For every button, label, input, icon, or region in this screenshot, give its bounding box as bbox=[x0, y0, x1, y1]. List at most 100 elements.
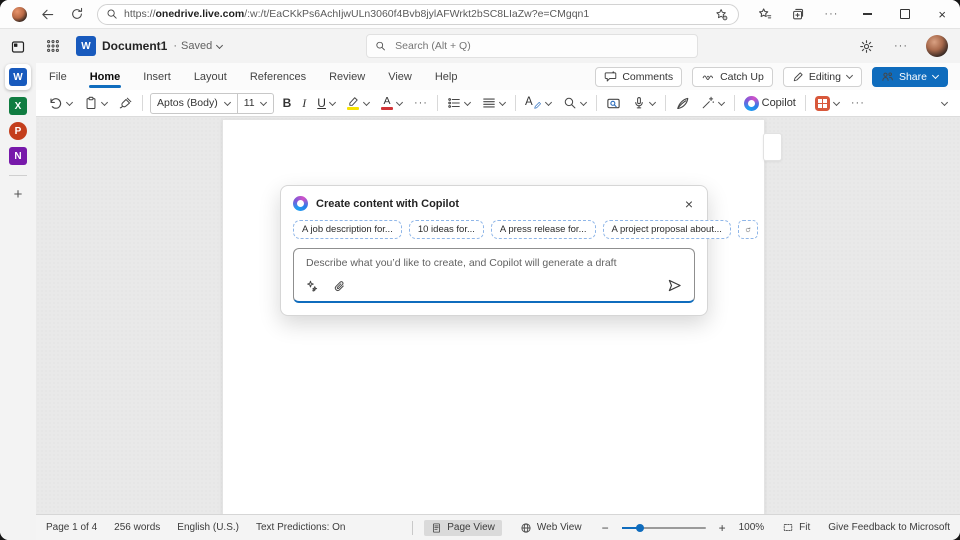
divider bbox=[596, 95, 597, 111]
save-status[interactable]: ·Saved bbox=[173, 40, 223, 52]
tab-view[interactable]: View bbox=[387, 65, 413, 89]
chip-ideas[interactable]: 10 ideas for... bbox=[409, 220, 484, 239]
favorites-button[interactable] bbox=[756, 5, 774, 23]
titlebar-more-button[interactable]: ··· bbox=[892, 39, 910, 54]
underline-button[interactable]: U bbox=[315, 95, 338, 111]
add-app-button[interactable]: + bbox=[8, 186, 29, 203]
excel-app-button[interactable]: X bbox=[9, 97, 27, 115]
chevron-down-icon bbox=[833, 100, 840, 107]
chip-project-proposal[interactable]: A project proposal about... bbox=[603, 220, 731, 239]
web-view-globe-icon bbox=[520, 522, 532, 534]
add-ins-button[interactable] bbox=[813, 94, 842, 113]
browser-more-button[interactable]: ··· bbox=[822, 7, 840, 22]
highlighter-icon bbox=[347, 96, 360, 106]
zoom-level[interactable]: 100% bbox=[739, 522, 765, 533]
font-name-select[interactable]: Aptos (Body) bbox=[151, 94, 238, 113]
waffle-icon bbox=[46, 39, 60, 53]
font-color-button[interactable]: A bbox=[379, 94, 405, 113]
chevron-down-icon bbox=[260, 100, 267, 107]
share-button[interactable]: Share bbox=[872, 67, 948, 87]
copilot-prompt-input[interactable] bbox=[304, 255, 684, 283]
search-input[interactable] bbox=[393, 39, 689, 53]
fit-button[interactable]: Fit bbox=[775, 520, 817, 535]
settings-button[interactable] bbox=[857, 37, 876, 56]
pencil-icon bbox=[792, 71, 804, 83]
rewrite-button[interactable] bbox=[304, 278, 321, 295]
zoom-slider[interactable] bbox=[622, 522, 706, 534]
divider bbox=[734, 95, 735, 111]
ribbon-collapse-button[interactable] bbox=[939, 98, 950, 109]
tab-references[interactable]: References bbox=[249, 65, 307, 89]
highlight-color-button[interactable] bbox=[345, 94, 372, 112]
comments-button[interactable]: Comments bbox=[595, 67, 682, 87]
line-spacing-button[interactable] bbox=[480, 94, 508, 112]
back-button[interactable] bbox=[38, 5, 57, 24]
close-window-button[interactable]: × bbox=[936, 6, 948, 23]
autoformat-wand-button[interactable] bbox=[699, 94, 727, 112]
chevron-down-icon bbox=[580, 100, 587, 107]
editor-button[interactable] bbox=[673, 94, 692, 113]
share-people-icon bbox=[881, 70, 894, 83]
language-selector[interactable]: English (U.S.) bbox=[177, 522, 239, 533]
page-view-button[interactable]: Page View bbox=[424, 520, 502, 536]
document-page[interactable] bbox=[222, 119, 765, 514]
maximize-button[interactable] bbox=[898, 7, 912, 21]
slider-thumb[interactable] bbox=[636, 524, 644, 532]
document-title[interactable]: Document1 bbox=[102, 39, 167, 53]
tab-review[interactable]: Review bbox=[328, 65, 366, 89]
word-app-button[interactable]: W bbox=[5, 64, 31, 90]
dialog-close-button[interactable]: × bbox=[683, 197, 695, 211]
zoom-in-button[interactable]: + bbox=[717, 522, 728, 534]
format-painter-brush-icon bbox=[119, 96, 133, 110]
chip-job-description[interactable]: A job description for... bbox=[293, 220, 402, 239]
copilot-button[interactable]: Copilot bbox=[742, 94, 798, 113]
feedback-link[interactable]: Give Feedback to Microsoft bbox=[828, 522, 950, 533]
search-box[interactable] bbox=[366, 34, 698, 58]
word-count[interactable]: 256 words bbox=[114, 522, 160, 533]
find-button[interactable] bbox=[561, 94, 589, 112]
web-view-button[interactable]: Web View bbox=[513, 520, 589, 536]
refresh-suggestions-button[interactable] bbox=[738, 220, 758, 239]
bullets-button[interactable] bbox=[445, 94, 473, 112]
address-bar[interactable]: https://onedrive.live.com/:w:/t/EaCKkPs6… bbox=[97, 4, 739, 25]
tab-file[interactable]: File bbox=[48, 65, 68, 89]
send-button[interactable] bbox=[665, 276, 684, 295]
tab-help[interactable]: Help bbox=[434, 65, 459, 89]
attach-button[interactable] bbox=[331, 278, 348, 295]
chip-press-release[interactable]: A press release for... bbox=[491, 220, 596, 239]
word-logo: W bbox=[76, 36, 96, 56]
ribbon-more-button[interactable]: ··· bbox=[849, 96, 867, 111]
dictate-button[interactable] bbox=[630, 94, 658, 112]
format-painter-button[interactable] bbox=[117, 94, 135, 112]
text-predictions-toggle[interactable]: Text Predictions: On bbox=[256, 522, 345, 533]
sidebar-toggle-button[interactable] bbox=[8, 37, 28, 57]
onenote-app-button[interactable]: N bbox=[9, 147, 27, 165]
editing-mode-button[interactable]: Editing bbox=[783, 67, 862, 87]
chevron-down-icon bbox=[396, 100, 403, 107]
catch-up-button[interactable]: Catch Up bbox=[692, 67, 773, 87]
italic-button[interactable]: I bbox=[300, 95, 308, 111]
minimize-button[interactable] bbox=[861, 11, 874, 16]
app-launcher-button[interactable] bbox=[44, 37, 62, 55]
tab-home[interactable]: Home bbox=[89, 65, 122, 89]
zoom-out-button[interactable]: − bbox=[600, 522, 611, 534]
search-icon bbox=[375, 40, 386, 52]
collections-button[interactable] bbox=[789, 5, 807, 23]
paste-button[interactable] bbox=[82, 94, 110, 112]
undo-button[interactable] bbox=[46, 94, 75, 113]
bookmark-button[interactable] bbox=[713, 6, 730, 23]
bold-button[interactable]: B bbox=[281, 95, 294, 111]
account-avatar[interactable] bbox=[926, 35, 948, 57]
font-more-button[interactable]: ··· bbox=[412, 96, 430, 111]
tab-insert[interactable]: Insert bbox=[142, 65, 172, 89]
tab-layout[interactable]: Layout bbox=[193, 65, 228, 89]
font-size-select[interactable]: 11 bbox=[238, 94, 273, 113]
refresh-button[interactable] bbox=[68, 5, 86, 23]
powerpoint-app-button[interactable]: P bbox=[9, 122, 27, 140]
page-info[interactable]: Page 1 of 4 bbox=[46, 522, 97, 533]
comment-anchor[interactable] bbox=[763, 133, 782, 161]
immersive-reader-button[interactable] bbox=[604, 94, 623, 113]
styles-button[interactable]: A bbox=[523, 94, 554, 112]
browser-profile-avatar[interactable] bbox=[12, 7, 27, 22]
collections-icon bbox=[791, 7, 805, 21]
